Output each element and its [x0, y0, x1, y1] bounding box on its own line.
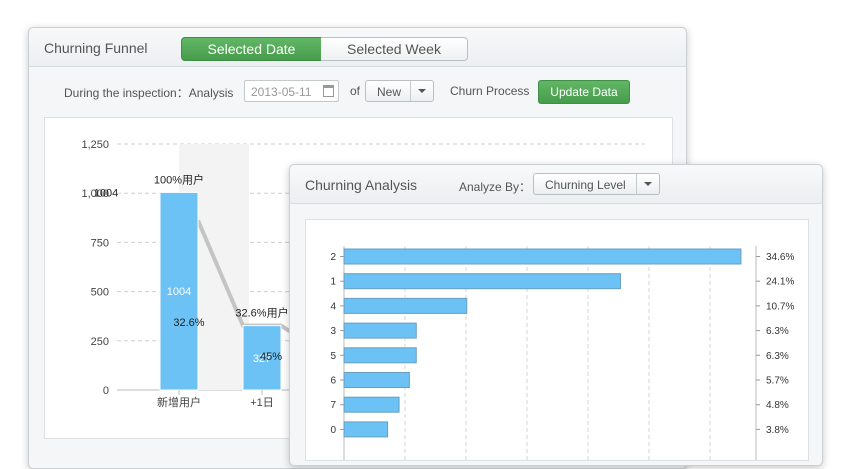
analyze-by-label: Analyze By：: [459, 180, 532, 194]
value-label: 34.6%: [766, 252, 794, 263]
analysis-header: Churning Analysis Analyze By： Churning L…: [290, 165, 822, 204]
analysis-bar: [343, 372, 410, 388]
type-select[interactable]: New: [365, 80, 434, 102]
funnel-title: Churning Funnel: [44, 40, 148, 56]
inspection-label: During the inspection：Analysis: [64, 86, 234, 100]
value-label: 6.3%: [766, 351, 789, 362]
update-data-button[interactable]: Update Data: [538, 80, 630, 104]
category-label: 5: [330, 351, 336, 362]
churn-process-label: Churn Process: [450, 84, 530, 98]
analysis-bar: [343, 421, 389, 438]
tab-selected-week[interactable]: Selected Week: [321, 37, 468, 61]
y-tick-label: 500: [91, 287, 109, 299]
analysis-bar: [343, 248, 742, 265]
category-label: 2: [330, 252, 336, 263]
bar-inner-label: 1004: [167, 286, 191, 298]
rate-label: 45%: [260, 351, 282, 363]
y-tick-label: 750: [91, 237, 109, 249]
value-label: 3.8%: [766, 425, 789, 436]
value-label: 5.7%: [766, 376, 789, 387]
of-label: of: [350, 84, 361, 98]
y-tick-label: 1,250: [81, 139, 109, 151]
calendar-icon[interactable]: [323, 85, 334, 97]
category-label: 1: [330, 277, 336, 288]
analyze-by-select[interactable]: Churning Level: [533, 173, 660, 195]
y-tick-label: 250: [91, 336, 109, 348]
analysis-chart: 2 34.6% 1 24.1% 4 10.7% 3 6.3% 5 6.3% 6 5.7% 7 4.8% 0 3…: [330, 246, 794, 460]
category-label: 4: [330, 301, 336, 312]
analysis-title: Churning Analysis: [305, 177, 418, 193]
analysis-chart-area: 2 34.6% 1 24.1% 4 10.7% 3 6.3% 5 6.3% 6 5.7% 7 4.8% 0 3…: [305, 219, 809, 461]
category-label: 0: [330, 425, 336, 436]
value-label: 6.3%: [766, 326, 789, 337]
funnel-header: Churning Funnel Selected Date Selected W…: [29, 28, 686, 67]
bar-value-label: 1004: [94, 187, 118, 199]
category-label: 7: [330, 400, 336, 411]
y-tick-label: 0: [103, 385, 109, 397]
date-value: 2013-05-11: [251, 85, 312, 99]
value-label: 24.1%: [766, 277, 794, 288]
chevron-down-icon: [644, 182, 652, 186]
analysis-bar: [343, 297, 468, 314]
chevron-down-icon: [418, 89, 426, 93]
bar-top-label: 32.6%用户: [235, 306, 288, 320]
analysis-bar: [343, 322, 417, 339]
analyze-by-value: Churning Level: [545, 178, 626, 192]
tab-selected-date[interactable]: Selected Date: [181, 37, 322, 61]
rate-label: 32.6%: [173, 317, 204, 329]
bar-top-label: 100%用户: [154, 172, 204, 186]
analysis-bar: [343, 273, 621, 290]
category-label: 6: [330, 376, 336, 387]
x-category-label: 新增用户: [157, 395, 201, 409]
value-label: 10.7%: [766, 301, 794, 312]
category-label: 3: [330, 326, 336, 337]
churning-analysis-panel: Churning Analysis Analyze By： Churning L…: [289, 164, 823, 466]
type-select-value: New: [377, 85, 402, 99]
x-category-label: +1日: [250, 397, 274, 409]
analysis-bar: [343, 396, 400, 413]
date-input[interactable]: 2013-05-11: [244, 80, 339, 102]
value-label: 4.8%: [766, 400, 789, 411]
analysis-bar: [343, 347, 417, 364]
